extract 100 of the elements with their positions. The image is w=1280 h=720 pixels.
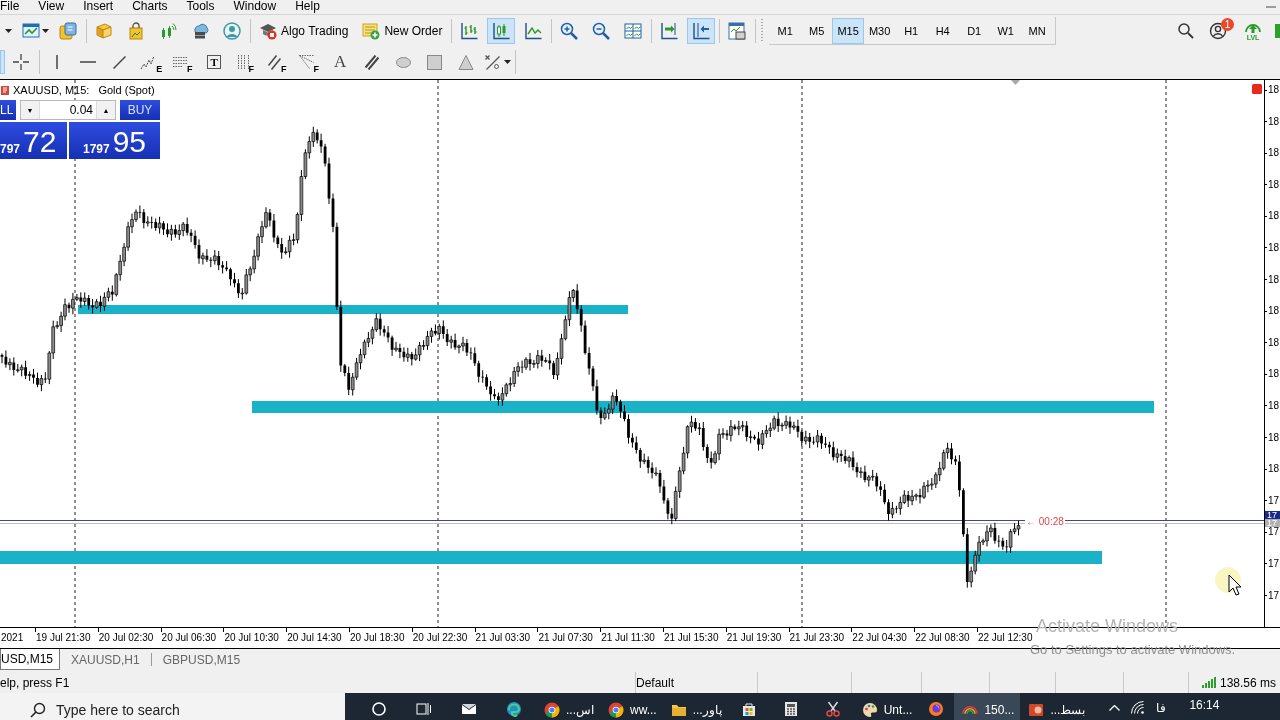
taskbar-button[interactable]: پاور... xyxy=(662,693,728,720)
search-icon xyxy=(30,701,46,718)
timeframe-button[interactable]: M5 xyxy=(800,17,833,44)
chart-tab[interactable]: GBPUSD,M15 xyxy=(151,649,252,670)
clock-time[interactable]: 16:14 xyxy=(1189,698,1220,712)
profile-name: Default xyxy=(636,675,675,690)
timeframe-button[interactable]: M15 xyxy=(832,17,864,44)
timeframe-button[interactable]: W1 xyxy=(989,17,1022,44)
language-indicator[interactable]: فا xyxy=(1156,700,1167,715)
new-order-button[interactable]: New Order xyxy=(357,18,448,44)
shopping-bag-icon xyxy=(127,22,145,40)
fan-icon xyxy=(298,55,314,69)
store-bag-icon xyxy=(740,701,757,717)
slides-icon xyxy=(1028,701,1045,718)
swirl-icon xyxy=(505,701,522,717)
price-label: 17 xyxy=(1265,590,1280,601)
zoom-out-icon xyxy=(592,22,611,40)
bar-chart-icon xyxy=(460,22,479,40)
chart-description: Gold (Spot) xyxy=(98,84,155,96)
help-text: elp, press F1 xyxy=(0,675,70,690)
signal-bars-icon xyxy=(1201,677,1216,688)
text-tool-button[interactable]: A xyxy=(326,49,355,75)
caret-icon xyxy=(41,29,49,33)
percent-shapes-icon xyxy=(484,54,500,70)
timeframe-button[interactable]: MN xyxy=(1021,17,1053,44)
timeframe-button[interactable]: M30 xyxy=(863,17,896,44)
globe-icon xyxy=(928,701,945,717)
sell-price-button[interactable]: 797 72 xyxy=(0,122,67,159)
ellipse-icon xyxy=(395,56,411,68)
square-marker-icon xyxy=(1252,84,1262,94)
price-label: 18 xyxy=(1265,148,1280,159)
envelope-icon xyxy=(460,701,477,717)
ping-text: 138.56 ms xyxy=(1219,675,1276,690)
timeframe-button[interactable]: H4 xyxy=(926,17,959,44)
segmented-circle-icon xyxy=(544,701,560,718)
price-label: 18 xyxy=(1265,337,1280,348)
line-chart-icon xyxy=(524,22,543,40)
timeframe-button[interactable]: M1 xyxy=(769,17,801,44)
crosshair-icon xyxy=(13,54,29,70)
chart-tab[interactable]: USD,M15 xyxy=(0,649,60,670)
taskbar-button[interactable]: ww... xyxy=(600,693,663,720)
candles-signal-icon xyxy=(159,22,177,40)
chart-window-icon xyxy=(21,22,40,40)
taskbar-button[interactable]: بسط... xyxy=(1020,693,1092,720)
timeframe-button[interactable]: H1 xyxy=(895,17,927,44)
horizontal-line-icon xyxy=(80,61,97,63)
calculator-icon xyxy=(782,701,799,717)
candlestick-chart-button[interactable] xyxy=(487,18,516,44)
fibonacci-time-button[interactable]: F xyxy=(231,49,260,75)
palette-icon xyxy=(861,701,878,718)
search-field[interactable]: Type here to search xyxy=(0,693,345,720)
buy-price-button[interactable]: 1797 95 xyxy=(69,122,160,159)
price-label: 17 xyxy=(1265,527,1280,538)
bid-price-tag: 17 xyxy=(1265,511,1280,519)
notepad-plus-icon xyxy=(362,22,381,40)
fibonacci-fan-button[interactable]: F xyxy=(294,49,323,75)
square-icon xyxy=(1275,24,1280,38)
user-icon xyxy=(1209,22,1227,40)
taskbar-button[interactable]: اس... xyxy=(536,693,600,720)
menu-item[interactable]: Window xyxy=(233,0,277,12)
price-label: 17 xyxy=(1265,495,1280,506)
price-label: 18 xyxy=(1265,211,1280,222)
zoom-in-icon xyxy=(560,22,579,40)
sell-button[interactable]: LL xyxy=(0,100,16,120)
auto-scroll-button[interactable] xyxy=(687,18,716,44)
shift-marker-icon[interactable] xyxy=(1011,80,1020,85)
circle-icon xyxy=(371,702,386,716)
chart-shift-icon xyxy=(660,22,679,40)
label-tool-button[interactable]: T xyxy=(200,49,229,75)
taskbar-button[interactable]: 150... xyxy=(954,693,1021,720)
menu-item[interactable]: Charts xyxy=(132,0,168,12)
dotted-levels-icon xyxy=(173,57,187,67)
templates-icon xyxy=(728,22,747,40)
algo-trading-button[interactable]: Algo Trading xyxy=(254,18,354,44)
menu-item[interactable]: Help xyxy=(295,0,320,12)
tile-windows-icon xyxy=(624,22,643,40)
menu-item[interactable]: Tools xyxy=(186,0,215,12)
price-label: 18 xyxy=(1265,274,1280,285)
task-view-icon xyxy=(415,701,432,717)
chart-tab[interactable]: XAUUSD,H1 xyxy=(60,649,151,670)
price-label: 18 xyxy=(1265,432,1280,443)
timeframe-button[interactable]: D1 xyxy=(958,17,990,44)
time-label: 2021 xyxy=(0,631,25,645)
fibonacci-channel-button[interactable]: F xyxy=(263,49,292,75)
price-label: 18 xyxy=(1265,369,1280,380)
price-label: 18 xyxy=(1265,116,1280,127)
elliott-wave-button[interactable]: E xyxy=(137,49,166,75)
menu-item[interactable]: File xyxy=(0,0,20,12)
buy-button[interactable]: BUY xyxy=(120,100,160,120)
segmented-circle-icon xyxy=(608,701,624,718)
fibonacci-button[interactable]: F xyxy=(168,49,197,75)
scissors-icon xyxy=(824,701,841,717)
menu-item[interactable]: Insert xyxy=(83,0,114,12)
taskbar-button[interactable]: Unt... xyxy=(853,693,919,720)
caret-icon xyxy=(4,29,12,33)
triangle-icon xyxy=(458,54,475,70)
account-button[interactable]: 1 xyxy=(1204,18,1232,44)
price-label: 18 xyxy=(1265,306,1280,317)
channel-icon xyxy=(364,54,379,70)
menu-item[interactable]: View xyxy=(38,0,65,12)
